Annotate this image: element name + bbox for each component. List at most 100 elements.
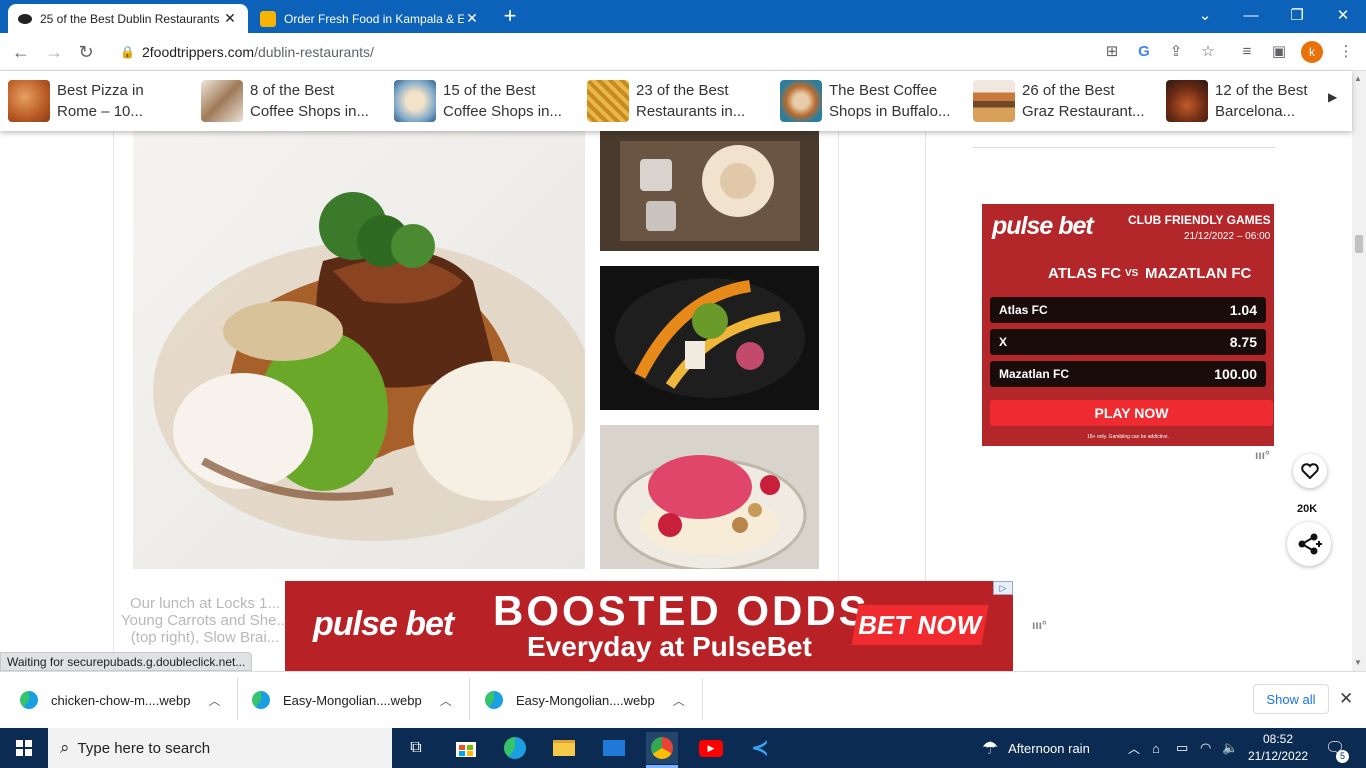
related-thumbnail — [8, 80, 50, 122]
odds-label: Atlas FC — [999, 303, 1048, 317]
odds-value: 8.75 — [1229, 334, 1257, 350]
play-now-button[interactable]: PLAY NOW — [990, 400, 1273, 426]
download-item[interactable]: Easy-Mongolian....webp ︿ — [252, 683, 452, 717]
taskbar-search-box[interactable]: ⌕ Type here to search — [48, 728, 392, 768]
related-title-1: The Best Coffee — [829, 82, 938, 99]
chevron-up-icon[interactable]: ︿ — [673, 692, 685, 709]
side-panel-icon[interactable]: ▣ — [1267, 40, 1291, 64]
pulsebet-logo: pulse bet — [313, 605, 454, 643]
tab-dublin-restaurants[interactable]: 25 of the Best Dublin Restaurants ✕ — [8, 4, 248, 33]
odds-row[interactable]: Mazatlan FC 100.00 — [990, 361, 1266, 387]
rain-umbrella-icon: ☂ — [982, 737, 999, 758]
odds-label: Mazatlan FC — [999, 367, 1070, 381]
adchoices-icon[interactable]: ▷ — [993, 581, 1013, 595]
address-bar[interactable]: 🔒 2foodtrippers.com/dublin-restaurants/ — [110, 38, 1230, 66]
task-view-icon[interactable]: ⧉ — [400, 732, 432, 764]
related-title-2: Rome – 10... — [57, 103, 143, 120]
photo-caption: Our lunch at Locks 1... Young Carrots an… — [121, 595, 289, 646]
download-item[interactable]: Easy-Mongolian....webp ︿ — [485, 683, 685, 717]
network-share-icon[interactable]: ⌂ — [1152, 728, 1160, 768]
close-icon[interactable]: ✕ — [1339, 689, 1353, 709]
related-thumbnail — [201, 80, 243, 122]
dish-photo-top — [600, 131, 819, 251]
scroll-down-icon[interactable]: ▼ — [1354, 658, 1362, 667]
edge-file-icon — [252, 691, 270, 709]
odds-row[interactable]: Atlas FC 1.04 — [990, 297, 1266, 323]
dish-photo-middle — [600, 266, 819, 410]
chevron-up-icon[interactable]: ︿ — [440, 692, 452, 709]
restore-button[interactable]: ❐ — [1274, 0, 1320, 30]
ad-choices-icon[interactable]: ııı° — [1255, 448, 1270, 462]
odds-label: X — [999, 335, 1008, 349]
volume-icon[interactable]: 🔈 — [1222, 728, 1238, 768]
related-post-item[interactable]: The Best Coffee Shops in Buffalo... — [780, 79, 964, 123]
bookmark-star-icon[interactable]: ☆ — [1196, 40, 1220, 64]
url-path: /dublin-restaurants/ — [254, 44, 374, 60]
clock[interactable]: 08:52 21/12/2022 — [1248, 731, 1308, 765]
heart-icon[interactable] — [1293, 454, 1327, 488]
new-tab-button[interactable]: + — [498, 4, 522, 28]
close-window-button[interactable]: ✕ — [1320, 0, 1366, 30]
related-post-item[interactable]: Best Pizza in Rome – 10... — [8, 79, 192, 123]
chrome-icon[interactable] — [646, 732, 678, 764]
tab-order-food[interactable]: Order Fresh Food in Kampala & E ✕ — [250, 4, 490, 33]
related-post-item[interactable]: 23 of the Best Restaurants in... — [587, 79, 771, 123]
menu-kebab-icon[interactable]: ⋮ — [1334, 40, 1358, 64]
minimize-button[interactable]: — — [1228, 0, 1274, 30]
profile-avatar[interactable]: k — [1301, 41, 1323, 63]
weather-widget[interactable]: ☂ Afternoon rain — [982, 728, 1090, 768]
edge-browser-icon[interactable] — [499, 732, 531, 764]
page-scrollbar[interactable] — [1352, 71, 1366, 671]
close-tab-icon[interactable]: ✕ — [464, 10, 480, 27]
youtube-icon[interactable]: ▶ — [695, 732, 727, 764]
bet-now-button[interactable]: BET NOW — [851, 605, 989, 645]
reload-icon[interactable]: ↻ — [74, 40, 98, 64]
odds-row[interactable]: X 8.75 — [990, 329, 1266, 355]
related-post-item[interactable]: 12 of the Best Barcelona... — [1166, 79, 1350, 123]
scrollbar-thumb[interactable] — [1355, 235, 1363, 253]
mail-icon[interactable] — [598, 732, 630, 764]
url-host: 2foodtrippers.com — [142, 44, 255, 60]
related-post-item[interactable]: 8 of the Best Coffee Shops in... — [201, 79, 385, 123]
related-title-2: Coffee Shops in... — [443, 103, 562, 120]
battery-icon[interactable]: ▭ — [1176, 728, 1188, 768]
chevron-up-icon[interactable]: ︿ — [208, 692, 220, 709]
share-icon[interactable] — [1287, 522, 1331, 566]
ad-subline: Everyday at PulseBet — [527, 631, 812, 662]
tab-search-icon[interactable]: ⌄ — [1182, 0, 1228, 30]
divider — [702, 678, 703, 720]
download-filename: chicken-chow-m....webp — [51, 692, 191, 708]
related-post-item[interactable]: 15 of the Best Coffee Shops in... — [394, 79, 578, 123]
windows-start-icon[interactable] — [8, 732, 40, 764]
file-explorer-icon[interactable] — [548, 732, 580, 764]
strip-next-icon[interactable]: ▶ — [1328, 90, 1337, 104]
forward-icon[interactable]: → — [42, 40, 66, 64]
related-thumbnail — [780, 80, 822, 122]
odds-value: 1.04 — [1229, 302, 1257, 318]
related-title-2: Restaurants in... — [636, 103, 746, 120]
related-thumbnail — [1166, 80, 1208, 122]
download-item[interactable]: chicken-chow-m....webp ︿ — [20, 683, 220, 717]
google-translate-icon[interactable]: G — [1132, 40, 1156, 64]
edge-file-icon — [485, 691, 503, 709]
back-icon[interactable]: ← — [9, 40, 33, 64]
pulsebet-sidebar-ad[interactable]: pulse bet CLUB FRIENDLY GAMES 21/12/2022… — [982, 204, 1274, 446]
install-app-icon[interactable]: ⊞ — [1100, 40, 1124, 64]
reading-list-icon[interactable]: ≡ — [1235, 40, 1259, 64]
search-icon: ⌕ — [60, 738, 70, 757]
scroll-up-icon[interactable]: ▲ — [1354, 74, 1362, 83]
dish-illustration — [153, 192, 585, 541]
wifi-icon[interactable]: ◠ — [1200, 728, 1211, 768]
microsoft-store-icon[interactable] — [450, 732, 482, 764]
show-all-button[interactable]: Show all — [1253, 684, 1329, 714]
clock-time: 08:52 — [1262, 732, 1294, 746]
tab-title: 25 of the Best Dublin Restaurants — [40, 11, 220, 26]
content-border — [113, 131, 114, 671]
related-post-item[interactable]: 26 of the Best Graz Restaurant... — [973, 79, 1157, 123]
ad-choices-icon[interactable]: ııı° — [1032, 618, 1047, 632]
share-icon[interactable]: ⇪ — [1164, 40, 1188, 64]
vscode-icon[interactable]: ≺ — [744, 732, 776, 764]
pulsebet-banner-ad[interactable]: pulse bet BOOSTED ODDS Everyday at Pulse… — [285, 581, 1013, 671]
chevron-up-icon[interactable]: ︿ — [1128, 728, 1140, 768]
close-tab-icon[interactable]: ✕ — [222, 10, 238, 27]
